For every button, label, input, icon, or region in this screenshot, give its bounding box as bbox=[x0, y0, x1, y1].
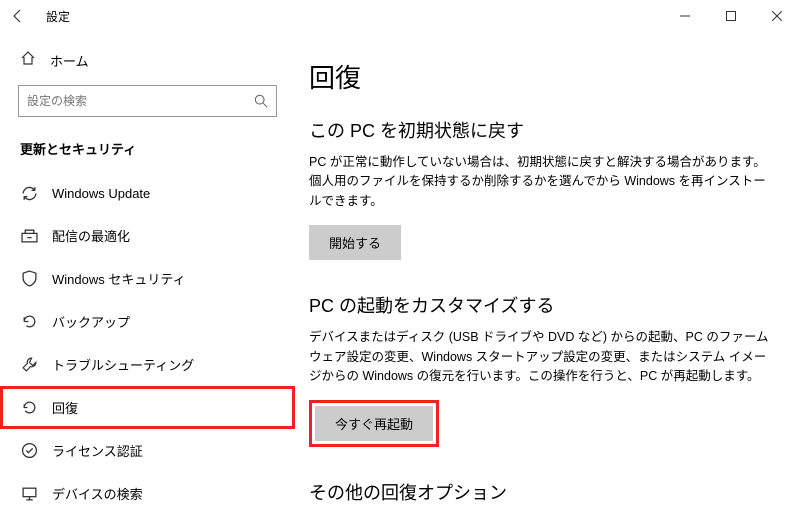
nav-label: Windows Update bbox=[52, 186, 150, 201]
delivery-icon bbox=[20, 227, 38, 245]
search-input[interactable] bbox=[27, 94, 254, 108]
maximize-icon bbox=[726, 11, 736, 21]
nav-label: ライセンス認証 bbox=[52, 441, 143, 460]
recovery-icon bbox=[20, 399, 38, 417]
find-device-icon bbox=[20, 485, 38, 503]
advanced-startup-heading: PC の起動をカスタマイズする bbox=[309, 292, 772, 318]
reset-heading: この PC を初期状態に戻す bbox=[309, 117, 772, 143]
page-title: 回復 bbox=[309, 58, 772, 95]
home-nav[interactable]: ホーム bbox=[0, 44, 295, 85]
back-button[interactable] bbox=[10, 8, 26, 24]
sidebar-item-activation[interactable]: ライセンス認証 bbox=[0, 429, 295, 472]
maximize-button[interactable] bbox=[708, 0, 754, 32]
search-box[interactable] bbox=[18, 85, 277, 117]
shield-icon bbox=[20, 270, 38, 288]
nav-label: デバイスの検索 bbox=[52, 484, 143, 503]
home-icon bbox=[20, 50, 36, 71]
sidebar-item-windows-security[interactable]: Windows セキュリティ bbox=[0, 257, 295, 300]
wrench-icon bbox=[20, 356, 38, 374]
nav-label: 配信の最適化 bbox=[52, 226, 130, 245]
sidebar-item-delivery-optimization[interactable]: 配信の最適化 bbox=[0, 214, 295, 257]
nav-label: 回復 bbox=[52, 398, 78, 417]
nav-list: Windows Update 配信の最適化 Windows セキュリティ バック… bbox=[0, 172, 295, 515]
restart-now-button[interactable]: 今すぐ再起動 bbox=[315, 406, 433, 441]
search-icon bbox=[254, 94, 268, 108]
close-button[interactable] bbox=[754, 0, 800, 32]
home-label: ホーム bbox=[50, 51, 89, 70]
window-controls bbox=[662, 0, 800, 32]
other-options-heading: その他の回復オプション bbox=[309, 479, 772, 505]
content-pane: 回復 この PC を初期状態に戻す PC が正常に動作していない場合は、初期状態… bbox=[295, 32, 800, 515]
activation-icon bbox=[20, 442, 38, 460]
close-icon bbox=[772, 11, 782, 21]
advanced-startup-description: デバイスまたはディスク (USB ドライブや DVD など) からの起動、PC … bbox=[309, 328, 772, 386]
sync-icon bbox=[20, 184, 38, 202]
titlebar: 設定 bbox=[0, 0, 800, 32]
reset-start-button[interactable]: 開始する bbox=[309, 225, 401, 260]
window-title: 設定 bbox=[46, 8, 70, 25]
reset-description: PC が正常に動作していない場合は、初期状態に戻すと解決する場合があります。個人… bbox=[309, 153, 772, 211]
sidebar-item-backup[interactable]: バックアップ bbox=[0, 300, 295, 343]
sidebar-item-windows-update[interactable]: Windows Update bbox=[0, 172, 295, 214]
minimize-button[interactable] bbox=[662, 0, 708, 32]
arrow-left-icon bbox=[10, 8, 26, 24]
sidebar-item-find-device[interactable]: デバイスの検索 bbox=[0, 472, 295, 515]
backup-icon bbox=[20, 313, 38, 331]
restart-button-highlight: 今すぐ再起動 bbox=[309, 400, 439, 447]
sidebar-item-recovery[interactable]: 回復 bbox=[0, 386, 295, 429]
nav-label: トラブルシューティング bbox=[52, 355, 194, 374]
nav-label: バックアップ bbox=[52, 312, 130, 331]
sidebar-item-troubleshoot[interactable]: トラブルシューティング bbox=[0, 343, 295, 386]
category-header: 更新とセキュリティ bbox=[0, 135, 295, 172]
minimize-icon bbox=[680, 11, 690, 21]
sidebar: ホーム 更新とセキュリティ Windows Update 配信の最適化 Wind… bbox=[0, 32, 295, 515]
nav-label: Windows セキュリティ bbox=[52, 269, 186, 288]
